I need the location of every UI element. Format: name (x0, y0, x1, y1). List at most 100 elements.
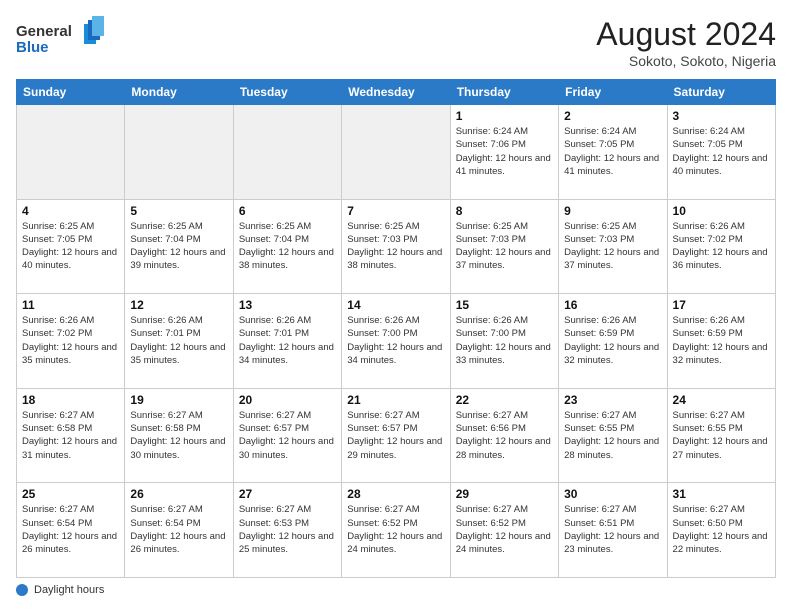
day-number: 28 (347, 487, 444, 501)
day-cell (233, 105, 341, 200)
day-info: Sunrise: 6:26 AMSunset: 7:01 PMDaylight:… (239, 314, 336, 367)
day-number: 7 (347, 204, 444, 218)
day-number: 11 (22, 298, 119, 312)
day-cell: 20 Sunrise: 6:27 AMSunset: 6:57 PMDayligh… (233, 388, 341, 483)
day-cell (342, 105, 450, 200)
day-info: Sunrise: 6:26 AMSunset: 7:00 PMDaylight:… (347, 314, 444, 367)
day-number: 17 (673, 298, 770, 312)
day-info: Sunrise: 6:27 AMSunset: 6:51 PMDaylight:… (564, 503, 661, 556)
month-year: August 2024 (596, 16, 776, 53)
day-cell: 14 Sunrise: 6:26 AMSunset: 7:00 PMDayligh… (342, 294, 450, 389)
day-number: 25 (22, 487, 119, 501)
day-number: 31 (673, 487, 770, 501)
location: Sokoto, Sokoto, Nigeria (596, 53, 776, 69)
col-header-sunday: Sunday (17, 80, 125, 105)
day-cell: 4 Sunrise: 6:25 AMSunset: 7:05 PMDaylight… (17, 199, 125, 294)
day-info: Sunrise: 6:26 AMSunset: 7:01 PMDaylight:… (130, 314, 227, 367)
day-cell (125, 105, 233, 200)
day-info: Sunrise: 6:25 AMSunset: 7:03 PMDaylight:… (456, 220, 553, 273)
day-cell: 7 Sunrise: 6:25 AMSunset: 7:03 PMDaylight… (342, 199, 450, 294)
day-info: Sunrise: 6:25 AMSunset: 7:03 PMDaylight:… (347, 220, 444, 273)
day-number: 8 (456, 204, 553, 218)
col-header-saturday: Saturday (667, 80, 775, 105)
day-cell: 23 Sunrise: 6:27 AMSunset: 6:55 PMDayligh… (559, 388, 667, 483)
col-header-monday: Monday (125, 80, 233, 105)
day-info: Sunrise: 6:25 AMSunset: 7:05 PMDaylight:… (22, 220, 119, 273)
day-number: 2 (564, 109, 661, 123)
title-area: August 2024 Sokoto, Sokoto, Nigeria (596, 16, 776, 69)
day-number: 6 (239, 204, 336, 218)
day-cell: 10Sunrise: 6:26 AMSunset: 7:02 PMDayligh… (667, 199, 775, 294)
day-cell: 1 Sunrise: 6:24 AMSunset: 7:06 PMDaylight… (450, 105, 558, 200)
day-info: Sunrise: 6:26 AMSunset: 6:59 PMDaylight:… (564, 314, 661, 367)
day-info: Sunrise: 6:24 AMSunset: 7:05 PMDaylight:… (564, 125, 661, 178)
day-number: 16 (564, 298, 661, 312)
day-number: 14 (347, 298, 444, 312)
day-info: Sunrise: 6:27 AMSunset: 6:50 PMDaylight:… (673, 503, 770, 556)
day-info: Sunrise: 6:27 AMSunset: 6:52 PMDaylight:… (347, 503, 444, 556)
day-cell: 27 Sunrise: 6:27 AMSunset: 6:53 PMDayligh… (233, 483, 341, 578)
day-info: Sunrise: 6:27 AMSunset: 6:52 PMDaylight:… (456, 503, 553, 556)
day-info: Sunrise: 6:27 AMSunset: 6:58 PMDaylight:… (130, 409, 227, 462)
day-number: 9 (564, 204, 661, 218)
day-info: Sunrise: 6:27 AMSunset: 6:57 PMDaylight:… (239, 409, 336, 462)
day-cell: 12Sunrise: 6:26 AMSunset: 7:01 PMDayligh… (125, 294, 233, 389)
logo-area: General Blue (16, 16, 106, 66)
day-number: 20 (239, 393, 336, 407)
daylight-icon (16, 584, 28, 596)
day-cell: 24Sunrise: 6:27 AMSunset: 6:55 PMDayligh… (667, 388, 775, 483)
day-number: 15 (456, 298, 553, 312)
day-number: 4 (22, 204, 119, 218)
logo: General Blue (16, 16, 106, 66)
week-row-4: 18 Sunrise: 6:27 AMSunset: 6:58 PMDayligh… (17, 388, 776, 483)
day-number: 18 (22, 393, 119, 407)
day-cell: 18 Sunrise: 6:27 AMSunset: 6:58 PMDayligh… (17, 388, 125, 483)
week-row-3: 11Sunrise: 6:26 AMSunset: 7:02 PMDayligh… (17, 294, 776, 389)
day-info: Sunrise: 6:27 AMSunset: 6:53 PMDaylight:… (239, 503, 336, 556)
col-header-thursday: Thursday (450, 80, 558, 105)
day-cell: 9Sunrise: 6:25 AMSunset: 7:03 PMDaylight… (559, 199, 667, 294)
day-cell: 31 Sunrise: 6:27 AMSunset: 6:50 PMDayligh… (667, 483, 775, 578)
day-info: Sunrise: 6:26 AMSunset: 7:02 PMDaylight:… (673, 220, 770, 273)
calendar-table: SundayMondayTuesdayWednesdayThursdayFrid… (16, 79, 776, 578)
day-number: 27 (239, 487, 336, 501)
day-cell: 28 Sunrise: 6:27 AMSunset: 6:52 PMDayligh… (342, 483, 450, 578)
footer-label: Daylight hours (34, 584, 104, 596)
day-number: 19 (130, 393, 227, 407)
day-info: Sunrise: 6:27 AMSunset: 6:54 PMDaylight:… (22, 503, 119, 556)
day-cell: 11Sunrise: 6:26 AMSunset: 7:02 PMDayligh… (17, 294, 125, 389)
day-cell (17, 105, 125, 200)
day-cell: 29 Sunrise: 6:27 AMSunset: 6:52 PMDayligh… (450, 483, 558, 578)
day-cell: 13Sunrise: 6:26 AMSunset: 7:01 PMDayligh… (233, 294, 341, 389)
day-cell: 6 Sunrise: 6:25 AMSunset: 7:04 PMDaylight… (233, 199, 341, 294)
day-info: Sunrise: 6:25 AMSunset: 7:04 PMDaylight:… (130, 220, 227, 273)
header: General Blue August 2024 Sokoto, Sokoto,… (16, 16, 776, 69)
day-cell: 2 Sunrise: 6:24 AMSunset: 7:05 PMDaylight… (559, 105, 667, 200)
col-header-tuesday: Tuesday (233, 80, 341, 105)
day-info: Sunrise: 6:27 AMSunset: 6:58 PMDaylight:… (22, 409, 119, 462)
day-cell: 30 Sunrise: 6:27 AMSunset: 6:51 PMDayligh… (559, 483, 667, 578)
day-number: 26 (130, 487, 227, 501)
day-info: Sunrise: 6:24 AMSunset: 7:06 PMDaylight:… (456, 125, 553, 178)
day-number: 5 (130, 204, 227, 218)
day-cell: 3Sunrise: 6:24 AMSunset: 7:05 PMDaylight… (667, 105, 775, 200)
day-info: Sunrise: 6:25 AMSunset: 7:04 PMDaylight:… (239, 220, 336, 273)
day-cell: 16 Sunrise: 6:26 AMSunset: 6:59 PMDayligh… (559, 294, 667, 389)
svg-text:Blue: Blue (16, 39, 49, 56)
day-info: Sunrise: 6:27 AMSunset: 6:55 PMDaylight:… (673, 409, 770, 462)
col-header-friday: Friday (559, 80, 667, 105)
week-row-2: 4 Sunrise: 6:25 AMSunset: 7:05 PMDaylight… (17, 199, 776, 294)
day-cell: 22Sunrise: 6:27 AMSunset: 6:56 PMDayligh… (450, 388, 558, 483)
day-cell: 15Sunrise: 6:26 AMSunset: 7:00 PMDayligh… (450, 294, 558, 389)
day-number: 29 (456, 487, 553, 501)
day-cell: 25 Sunrise: 6:27 AMSunset: 6:54 PMDayligh… (17, 483, 125, 578)
day-number: 23 (564, 393, 661, 407)
day-number: 30 (564, 487, 661, 501)
day-number: 1 (456, 109, 553, 123)
svg-text:General: General (16, 23, 72, 40)
day-cell: 5 Sunrise: 6:25 AMSunset: 7:04 PMDaylight… (125, 199, 233, 294)
day-info: Sunrise: 6:27 AMSunset: 6:55 PMDaylight:… (564, 409, 661, 462)
day-cell: 8 Sunrise: 6:25 AMSunset: 7:03 PMDaylight… (450, 199, 558, 294)
col-header-wednesday: Wednesday (342, 80, 450, 105)
day-cell: 17Sunrise: 6:26 AMSunset: 6:59 PMDayligh… (667, 294, 775, 389)
